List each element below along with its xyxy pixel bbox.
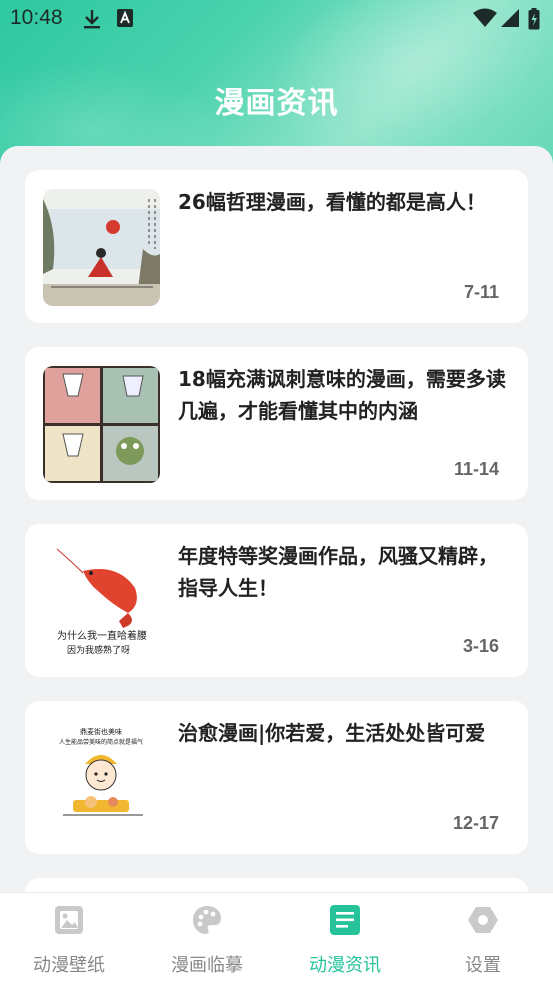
wifi-icon [472,8,498,32]
article-card[interactable]: 鼎麦街也美味 人生能品尝美味的简点就是福气 治愈漫画|你若爱，生活处处皆可爱 1… [25,701,528,854]
article-thumbnail: 为什么我一直哈着腰 因为我感熟了呀 [43,543,160,660]
article-date: 12-17 [452,813,499,833]
tab-manga-copy[interactable]: 漫画临摹 [138,893,276,985]
article-thumbnail [43,189,160,306]
battery-icon [528,8,540,34]
signal-icon [500,8,520,32]
app-notification-icon [116,8,134,32]
article-thumbnail: 鼎麦街也美味 人生能品尝美味的简点就是福气 [43,720,160,837]
thumbnail-caption: 人生能品尝美味的简点就是福气 [59,738,143,746]
tab-anime-news[interactable]: 动漫资讯 [276,893,414,985]
status-time: 10:48 [10,6,63,29]
article-title: 26幅哲理漫画，看懂的都是高人！ [178,190,486,214]
download-icon [82,8,102,34]
article-date: 3-16 [462,636,499,656]
settings-hexagon-icon [466,903,500,937]
thumbnail-caption: 为什么我一直哈着腰 [57,629,147,642]
article-date: 11-14 [453,459,499,479]
thumbnail-caption: 鼎麦街也美味 [80,727,122,736]
tab-label: 漫画临摹 [171,955,243,976]
tab-label: 设置 [465,955,501,976]
palette-icon [190,903,224,937]
tab-anime-wallpaper[interactable]: 动漫壁纸 [0,893,138,985]
article-title: 年度特等奖漫画作品，风骚又精辟，指导人生！ [178,544,498,600]
article-date: 7-11 [463,282,499,302]
tab-label: 动漫壁纸 [33,955,105,976]
bottom-tab-bar: 动漫壁纸 漫画临摹 动漫资讯 设置 [0,892,553,985]
article-title: 治愈漫画|你若爱，生活处处皆可爱 [178,721,486,745]
news-icon [328,903,362,937]
article-card[interactable]: 26幅哲理漫画，看懂的都是高人！ 7-11 [25,170,528,323]
tab-settings[interactable]: 设置 [414,893,552,985]
article-card[interactable]: 为什么我一直哈着腰 因为我感熟了呀 年度特等奖漫画作品，风骚又精辟，指导人生！ … [25,524,528,677]
tab-label: 动漫资讯 [309,955,381,976]
article-thumbnail [43,366,160,483]
wallpaper-icon [52,903,86,937]
page-title: 漫画资讯 [214,86,339,121]
article-card[interactable]: 18幅充满讽刺意味的漫画，需要多读几遍，才能看懂其中的内涵 11-14 [25,347,528,500]
status-bar: 10:48 [0,0,553,38]
thumbnail-caption: 因为我感熟了呀 [67,644,130,656]
article-title: 18幅充满讽刺意味的漫画，需要多读几遍，才能看懂其中的内涵 [178,367,506,423]
article-list[interactable]: 26幅哲理漫画，看懂的都是高人！ 7-11 18幅充满讽刺意味的漫画，需要多读几… [0,146,553,906]
